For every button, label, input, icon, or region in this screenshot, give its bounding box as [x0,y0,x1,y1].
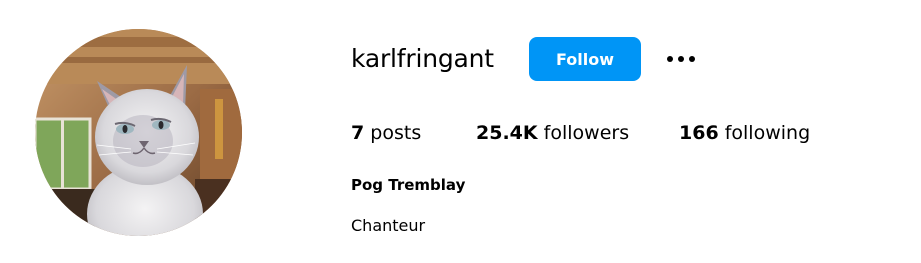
following-count: 166 [679,122,719,144]
bio-text: Chanteur [351,216,426,235]
profile-avatar[interactable] [35,29,242,236]
posts-count: 7 [351,122,365,144]
profile-header: karlfringant Follow 7 posts 25.4K follow… [0,0,921,263]
cat-photo-image [35,29,242,236]
more-options-button[interactable] [664,47,698,71]
followers-label: followers [543,122,630,144]
follow-button[interactable]: Follow [529,37,641,81]
followers-count: 25.4K [476,122,538,144]
stat-posts[interactable]: 7 posts [351,118,421,148]
stat-followers[interactable]: 25.4K followers [476,118,629,148]
stat-following[interactable]: 166 following [679,118,810,148]
more-horizontal-icon [667,56,695,62]
username: karlfringant [351,44,494,73]
following-label: following [724,122,811,144]
posts-label: posts [370,122,422,144]
username-row: karlfringant [351,37,494,81]
full-name: Pog Tremblay [351,176,466,194]
